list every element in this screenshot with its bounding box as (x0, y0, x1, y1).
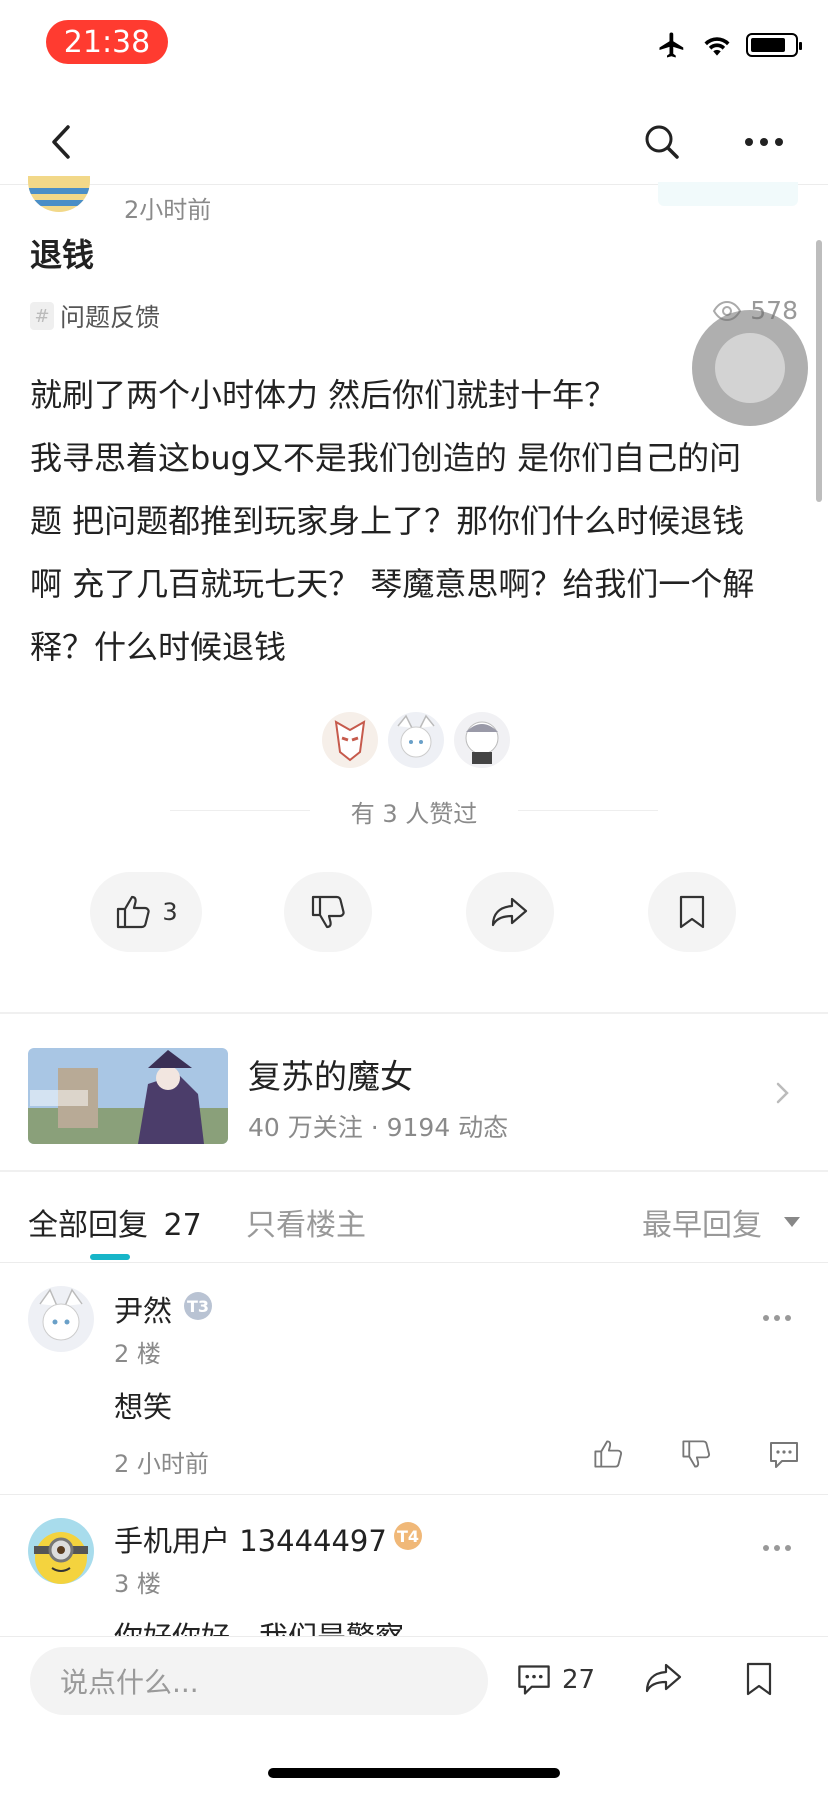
divider (0, 1494, 828, 1495)
dislike-button[interactable] (284, 872, 372, 952)
wifi-icon (704, 37, 730, 56)
tab-all-count: 27 (163, 1208, 202, 1243)
comment-floor: 2 楼 (114, 1340, 161, 1368)
commenter-avatar[interactable] (28, 1286, 94, 1352)
commenter-name[interactable]: 尹然 (114, 1288, 172, 1330)
status-icons (656, 30, 802, 60)
comment-time: 2 小时前 (114, 1450, 209, 1478)
scrollbar[interactable] (816, 240, 822, 502)
like-count: 3 (162, 898, 178, 926)
liker-avatar[interactable] (386, 710, 446, 770)
more-horizontal-icon (745, 138, 783, 146)
home-indicator (268, 1768, 560, 1778)
post-body-line: 啊 充了几百就玩七天？ 琴魔意思啊？给我们一个解 (30, 565, 755, 603)
level-badge: T4 (394, 1522, 422, 1550)
tab-owner-only[interactable]: 只看楼主 (246, 1200, 366, 1244)
chat-bubble-icon (770, 1442, 798, 1468)
post-body-line: 我寻思着这bug又不是我们创造的 是你们自己的问 (30, 439, 742, 477)
thumbs-down-icon (311, 895, 345, 929)
post-body-line: 题 把问题都推到玩家身上了？那你们什么时候退钱 (30, 502, 745, 540)
chat-bubble-icon (518, 1665, 550, 1695)
bookmark-icon (746, 1662, 772, 1696)
follow-button[interactable] (658, 182, 798, 206)
bookmark-icon (679, 895, 705, 929)
game-name[interactable]: 复苏的魔女 (248, 1050, 413, 1098)
search-button[interactable] (638, 118, 686, 166)
search-icon (645, 125, 679, 159)
thumbs-down-icon (682, 1440, 711, 1468)
share-button[interactable] (644, 1661, 684, 1699)
thumbs-up-icon (117, 895, 151, 929)
comment-floor: 3 楼 (114, 1570, 161, 1598)
post-body: 就刷了两个小时体力 然后你们就封十年？ 我寻思着这bug又不是我们创造的 是你们… (30, 364, 800, 679)
liker-avatar[interactable] (452, 710, 512, 770)
level-badge: T3 (184, 1292, 212, 1320)
comments-button[interactable]: 27 (516, 1663, 595, 1697)
commenter-avatar[interactable] (28, 1518, 94, 1584)
share-arrow-icon (645, 1663, 682, 1693)
assistive-touch-button[interactable] (692, 310, 808, 426)
hash-icon: # (30, 302, 54, 330)
caret-down-icon (784, 1217, 800, 1227)
share-button[interactable] (466, 872, 554, 952)
more-button[interactable] (740, 118, 788, 166)
tab-all-replies[interactable]: 全部回复 27 (28, 1200, 202, 1244)
comment-count: 27 (562, 1665, 596, 1695)
game-thumbnail (28, 1048, 228, 1144)
bookmark-button[interactable] (744, 1661, 774, 1701)
section-divider (0, 1170, 828, 1172)
tab-all-label: 全部回复 (28, 1208, 148, 1243)
back-button[interactable] (40, 120, 84, 164)
game-meta: 40 万关注 · 9194 动态 (248, 1113, 509, 1142)
liker-avatar[interactable] (320, 710, 380, 770)
comment-reply-button[interactable] (768, 1440, 800, 1474)
likers-caption: 有 3 人赞过 (350, 800, 478, 828)
post-time: 2小时前 (124, 196, 212, 224)
bookmark-button[interactable] (648, 872, 736, 952)
divider (0, 1262, 828, 1263)
navbar (0, 100, 828, 185)
airplane-icon (659, 32, 684, 58)
comment-more-icon[interactable] (762, 1526, 792, 1559)
sort-label: 最早回复 (642, 1208, 762, 1243)
chevron-left-icon (52, 125, 70, 159)
sort-dropdown[interactable]: 最早回复 (642, 1200, 800, 1244)
like-button[interactable]: 3 (90, 872, 202, 952)
comment-dislike-button[interactable] (680, 1438, 712, 1474)
post-body-line: 释？什么时候退钱 (30, 628, 287, 666)
author-avatar[interactable] (28, 176, 90, 212)
thumbs-up-icon (594, 1440, 623, 1468)
comment-input[interactable]: 说点什么... (30, 1647, 488, 1715)
share-arrow-icon (491, 897, 528, 927)
battery-icon (746, 33, 802, 57)
post-body-line: 就刷了两个小时体力 然后你们就封十年？ (30, 376, 617, 414)
comment-like-button[interactable] (592, 1438, 624, 1474)
commenter-name[interactable]: 手机用户 13444497 (114, 1518, 387, 1560)
comment-more-icon[interactable] (762, 1296, 792, 1329)
post-title: 退钱 (30, 236, 95, 274)
topic-tag[interactable]: # 问题反馈 (30, 298, 160, 334)
tab-active-indicator (90, 1254, 130, 1260)
comment-text: 想笑 (114, 1390, 173, 1424)
chevron-right-icon[interactable] (776, 1082, 790, 1108)
status-time: 21:38 (46, 20, 168, 64)
topic-label: 问题反馈 (60, 303, 161, 332)
